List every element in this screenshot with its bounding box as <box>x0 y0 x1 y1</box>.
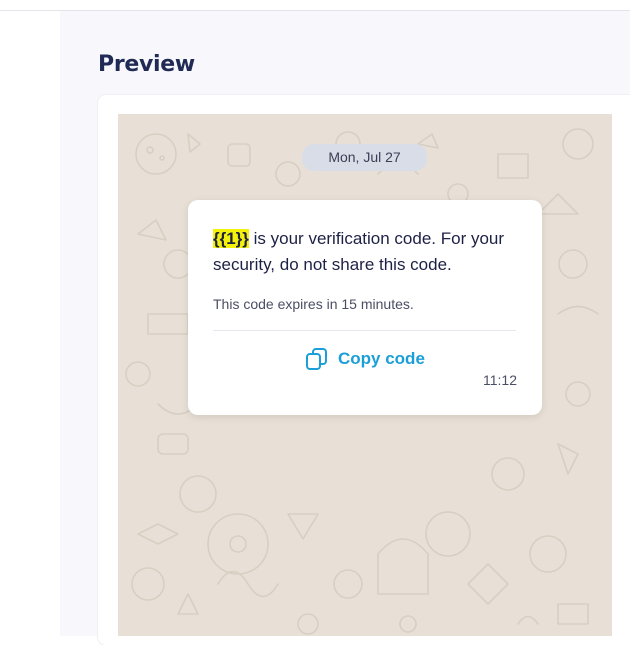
message-time: 11:12 <box>483 372 517 388</box>
copy-code-button[interactable]: Copy code <box>304 345 425 373</box>
copy-icon <box>304 346 330 372</box>
template-variable: {{1}} <box>213 229 249 248</box>
date-badge: Mon, Jul 27 <box>302 144 427 171</box>
button-divider <box>213 330 516 331</box>
preview-title: Preview <box>98 52 195 77</box>
copy-code-label: Copy code <box>338 349 425 368</box>
message-body-text: is your verification code. For your secu… <box>213 229 505 274</box>
left-gutter <box>0 11 60 636</box>
message-body: {{1}} is your verification code. For you… <box>213 226 533 278</box>
message-footer: This code expires in 15 minutes. <box>213 296 414 312</box>
